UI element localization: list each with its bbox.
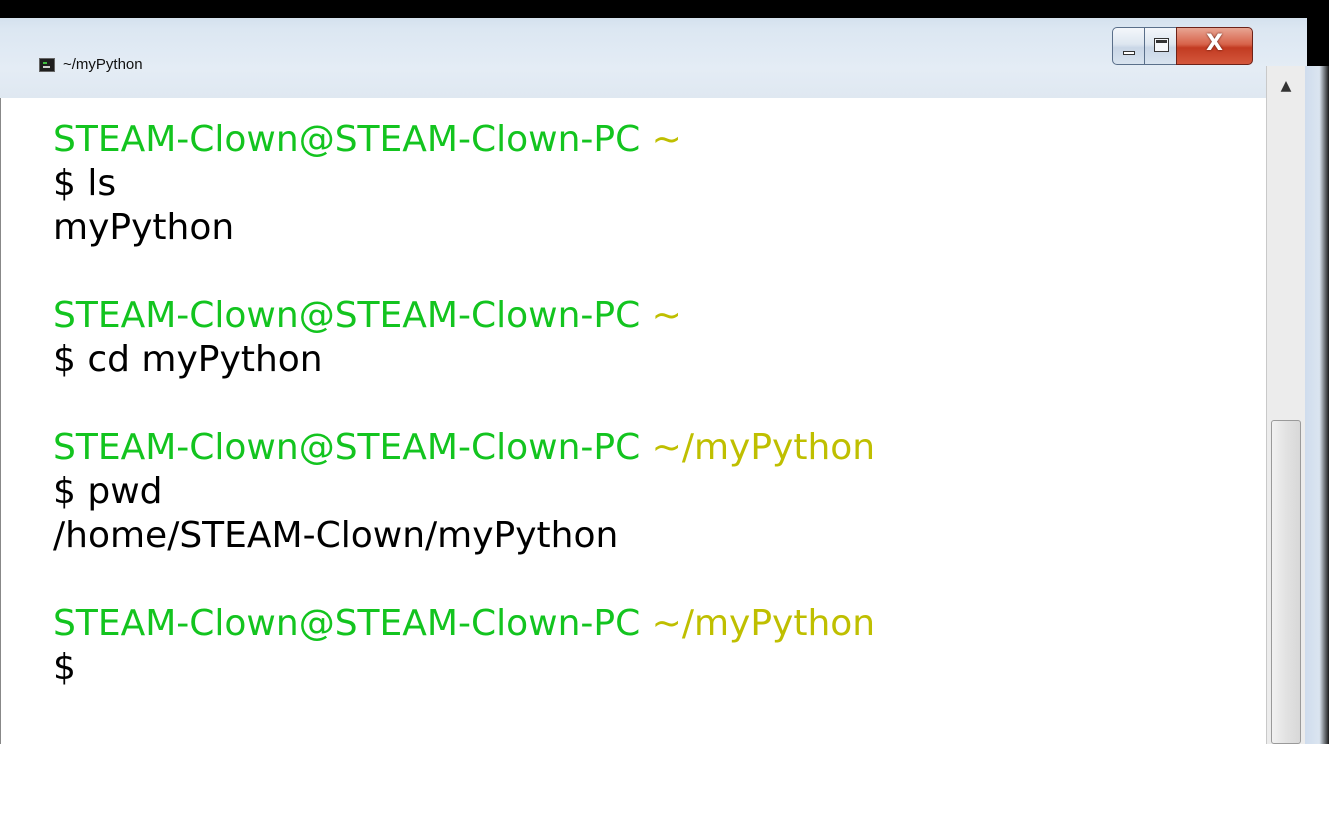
close-icon: X bbox=[1206, 31, 1223, 56]
close-button[interactable]: X bbox=[1176, 27, 1253, 65]
command-line: $ pwd bbox=[53, 471, 163, 512]
prompt-line: STEAM-Clown@STEAM-Clown-PC ~ bbox=[53, 294, 1253, 338]
scroll-thumb[interactable] bbox=[1271, 420, 1301, 744]
prompt-user-host: STEAM-Clown@STEAM-Clown-PC bbox=[53, 603, 641, 644]
terminal-output[interactable]: STEAM-Clown@STEAM-Clown-PC ~ $ ls myPyth… bbox=[53, 118, 1253, 690]
terminal-app-icon[interactable] bbox=[39, 58, 55, 72]
scroll-up-arrow-icon[interactable]: ▲ bbox=[1267, 66, 1305, 102]
prompt-path: ~ bbox=[651, 295, 682, 336]
terminal-window: ~/myPython X STEAM-Clown@STEAM-Clown-PC … bbox=[0, 0, 1329, 744]
prompt-path: ~/myPython bbox=[651, 427, 876, 468]
prompt-line: STEAM-Clown@STEAM-Clown-PC ~/myPython bbox=[53, 602, 1253, 646]
minimize-icon bbox=[1123, 51, 1135, 55]
vertical-scrollbar[interactable]: ▲ bbox=[1266, 66, 1305, 744]
command-line: $ cd myPython bbox=[53, 339, 323, 380]
minimize-button[interactable] bbox=[1112, 27, 1145, 65]
top-black-edge bbox=[0, 0, 1329, 18]
command-line: $ ls bbox=[53, 163, 117, 204]
prompt-user-host: STEAM-Clown@STEAM-Clown-PC bbox=[53, 119, 641, 160]
title-bar[interactable]: ~/myPython X bbox=[0, 0, 1329, 98]
terminal-content[interactable]: STEAM-Clown@STEAM-Clown-PC ~ $ ls myPyth… bbox=[0, 98, 1266, 744]
window-title: ~/myPython bbox=[63, 56, 143, 73]
maximize-icon bbox=[1154, 38, 1169, 52]
output-line: /home/STEAM-Clown/myPython bbox=[53, 515, 619, 556]
input-prompt-line[interactable]: $ bbox=[53, 646, 1253, 690]
prompt-line: STEAM-Clown@STEAM-Clown-PC ~/myPython bbox=[53, 426, 1253, 470]
window-right-frame bbox=[1305, 66, 1329, 744]
prompt-line: STEAM-Clown@STEAM-Clown-PC ~ bbox=[53, 118, 1253, 162]
prompt-path: ~/myPython bbox=[651, 603, 876, 644]
prompt-user-host: STEAM-Clown@STEAM-Clown-PC bbox=[53, 427, 641, 468]
prompt-user-host: STEAM-Clown@STEAM-Clown-PC bbox=[53, 295, 641, 336]
prompt-path: ~ bbox=[651, 119, 682, 160]
output-line: myPython bbox=[53, 207, 235, 248]
maximize-button[interactable] bbox=[1144, 27, 1177, 65]
